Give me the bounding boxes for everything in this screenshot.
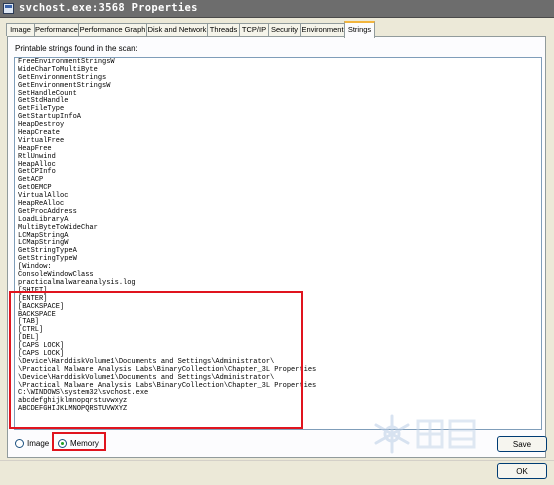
- string-entry[interactable]: GetACP: [18, 176, 316, 185]
- image-radio-button[interactable]: [15, 438, 24, 448]
- image-radio-label: Image: [27, 438, 50, 448]
- window-title: svchost.exe:3568 Properties: [19, 2, 198, 14]
- tab-performance[interactable]: Performance: [34, 23, 79, 36]
- string-entry[interactable]: HeapDestroy: [18, 121, 316, 130]
- tab-image[interactable]: Image: [6, 23, 35, 36]
- ok-button-label: OK: [516, 466, 528, 476]
- save-button-label: Save: [512, 439, 532, 449]
- tab-environment[interactable]: Environment: [300, 23, 345, 36]
- string-entry[interactable]: GetCPInfo: [18, 169, 316, 177]
- string-entry[interactable]: RtlUnwind: [18, 153, 316, 162]
- tab-threads[interactable]: Threads: [207, 23, 240, 36]
- dialog-separator: [0, 460, 554, 461]
- radio-option-image[interactable]: Image: [15, 437, 49, 449]
- string-entry[interactable]: HeapFree: [18, 145, 316, 154]
- highlight-box-memory-option: [52, 432, 106, 451]
- tab-security[interactable]: Security: [268, 23, 301, 36]
- string-entry[interactable]: HeapAlloc: [18, 161, 316, 170]
- string-entry[interactable]: GetStringTypeW: [18, 255, 316, 264]
- title-bar[interactable]: svchost.exe:3568 Properties: [0, 0, 554, 18]
- tab-tcp-ip[interactable]: TCP/IP: [239, 23, 269, 36]
- highlight-box-keylogger-strings: [9, 291, 303, 429]
- watermark-logo: [374, 414, 476, 454]
- tab-performance-graph[interactable]: Performance Graph: [78, 23, 147, 36]
- string-entry[interactable]: VirtualFree: [18, 137, 316, 146]
- strings-caption: Printable strings found in the scan:: [15, 44, 138, 53]
- tab-strings[interactable]: Strings: [344, 21, 375, 38]
- properties-window: svchost.exe:3568 Properties Image Perfor…: [0, 0, 554, 485]
- tab-disk-and-network[interactable]: Disk and Network: [146, 23, 208, 36]
- ok-button[interactable]: OK: [497, 463, 547, 479]
- string-entry[interactable]: practicalmalwareanalysis.log: [18, 279, 316, 288]
- save-button[interactable]: Save: [497, 436, 547, 452]
- window-app-icon: [3, 3, 14, 14]
